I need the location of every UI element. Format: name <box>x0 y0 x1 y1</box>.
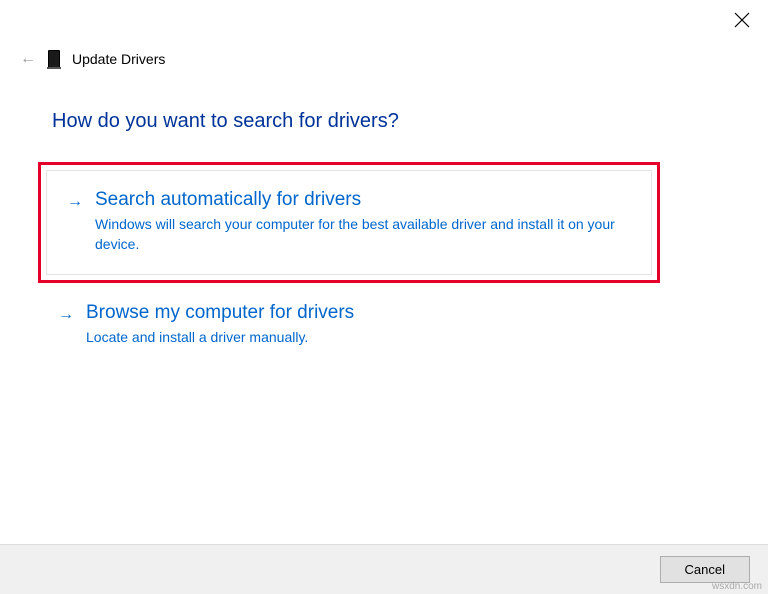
options-list: → Search automatically for drivers Windo… <box>38 162 660 368</box>
dialog-title: Update Drivers <box>72 51 165 67</box>
option-browse-computer[interactable]: → Browse my computer for drivers Locate … <box>38 298 660 368</box>
option-description: Windows will search your computer for th… <box>95 215 631 254</box>
arrow-right-icon: → <box>58 306 74 324</box>
highlight-annotation: → Search automatically for drivers Windo… <box>38 162 660 283</box>
cancel-button[interactable]: Cancel <box>660 556 750 583</box>
option-search-automatically[interactable]: → Search automatically for drivers Windo… <box>46 170 652 275</box>
watermark-text: wsxdn.com <box>712 581 762 592</box>
device-icon <box>48 50 60 68</box>
back-arrow-icon[interactable]: ← <box>20 50 36 68</box>
close-button[interactable] <box>734 12 750 28</box>
close-icon <box>734 12 750 28</box>
dialog-header: ← Update Drivers <box>20 50 165 68</box>
option-title: Browse my computer for drivers <box>86 302 640 324</box>
dialog-footer: Cancel <box>0 544 768 594</box>
arrow-right-icon: → <box>67 193 83 211</box>
option-description: Locate and install a driver manually. <box>86 328 640 348</box>
question-heading: How do you want to search for drivers? <box>52 110 399 133</box>
option-title: Search automatically for drivers <box>95 189 631 211</box>
update-drivers-dialog: ← Update Drivers How do you want to sear… <box>0 0 768 594</box>
